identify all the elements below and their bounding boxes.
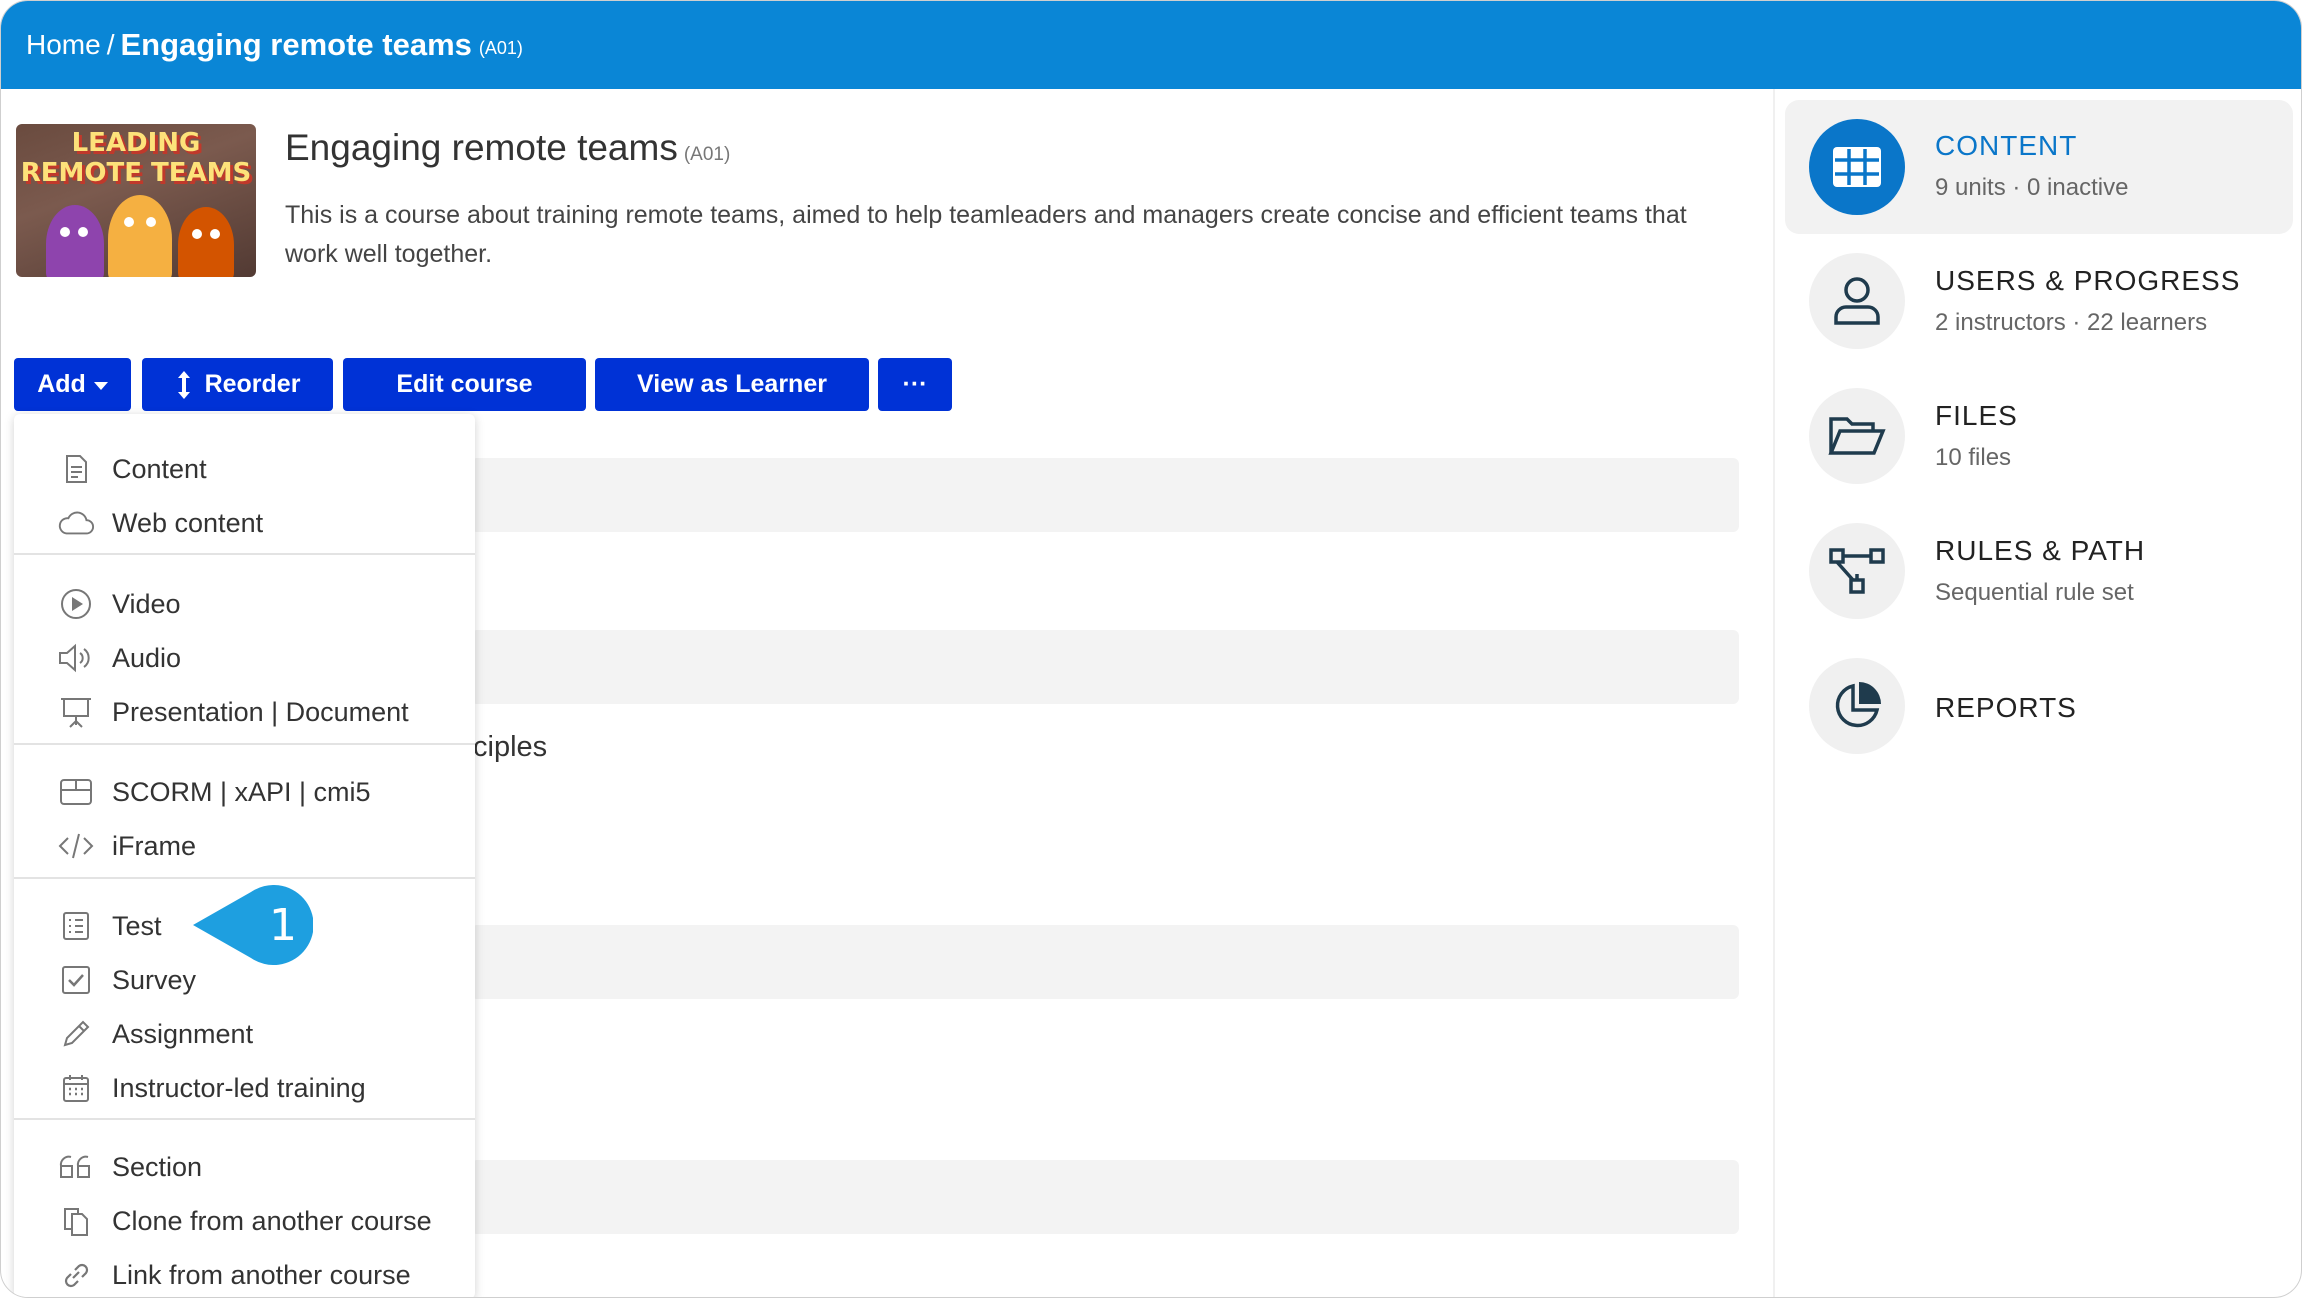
quote-icon [57,1148,95,1186]
user-icon [1809,253,1905,349]
breadcrumb-separator: / [106,29,115,60]
menu-item-label: Presentation | Document [112,696,409,727]
unit-row[interactable] [471,458,1739,532]
thumbnail-character [46,205,104,277]
thumbnail-text-line-1: LEADING [71,128,201,158]
checkbox-icon [57,961,95,999]
menu-item-video[interactable]: Video [14,579,475,629]
reorder-button-label: Reorder [204,370,301,398]
sidebar-item-content[interactable]: CONTENT 9 units · 0 inactive [1785,100,2293,234]
menu-item-label: Content [112,453,207,484]
menu-item-presentation[interactable]: Presentation | Document [14,687,475,737]
menu-divider [14,877,475,879]
sidebar-item-sub: 10 files [1935,444,2012,471]
add-button[interactable]: Add [14,358,131,411]
reorder-arrows-icon [177,370,190,399]
course-title: Engaging remote teams (A01) [285,127,730,169]
breadcrumb-course-title: Engaging remote teams [120,27,472,62]
menu-item-scorm[interactable]: SCORM | xAPI | cmi5 [14,767,475,817]
menu-item-link[interactable]: Link from another course [14,1250,475,1297]
menu-item-label: Audio [112,642,182,673]
more-options-button[interactable]: ··· [878,358,952,411]
view-as-learner-button[interactable]: View as Learner [595,358,869,411]
sidebar-item-sub: Sequential rule set [1935,579,2134,606]
menu-item-label: Link from another course [112,1259,411,1290]
breadcrumb-course-code: (A01) [478,37,523,58]
menu-item-content[interactable]: Content [14,444,475,494]
sidebar-item-sub: 2 instructors · 22 learners [1935,309,2208,336]
menu-item-audio[interactable]: Audio [14,633,475,683]
unit-row-text: ciples [473,731,548,763]
thumbnail-text-line-2: REMOTE TEAMS [20,158,252,188]
speaker-icon [57,639,95,677]
sidebar-item-reports[interactable]: REPORTS [1785,640,2293,774]
course-thumbnail: LEADING REMOTE TEAMS [16,124,256,277]
reorder-button[interactable]: Reorder [142,358,333,411]
menu-item-label: Test [112,910,162,941]
top-bar: Home / Engaging remote teams (A01) [1,1,2301,89]
sidebar-item-rules-path[interactable]: RULES & PATH Sequential rule set [1785,505,2293,639]
menu-item-label: Clone from another course [112,1205,432,1236]
menu-divider [14,1118,475,1120]
add-button-label: Add [37,370,86,398]
unit-row[interactable] [471,925,1739,999]
menu-item-assignment[interactable]: Assignment [14,1009,475,1059]
checklist-icon [57,907,95,945]
app-window: Home / Engaging remote teams (A01) LEADI… [0,0,2302,1298]
sidebar-item-files[interactable]: FILES 10 files [1785,370,2293,504]
code-icon [57,827,95,865]
menu-item-label: SCORM | xAPI | cmi5 [112,776,371,807]
unit-row[interactable] [471,1160,1739,1234]
calendar-icon [57,1069,95,1107]
sidebar-item-name: CONTENT [1935,130,2078,161]
menu-item-label: Web content [112,507,264,538]
menu-item-web-content[interactable]: Web content [14,498,475,548]
link-icon [57,1256,95,1294]
callout-number: 1 [269,899,297,951]
course-sidebar: CONTENT 9 units · 0 inactive USERS & PRO… [1773,89,2301,1297]
menu-item-label: Video [112,588,181,619]
menu-item-label: Section [112,1151,203,1182]
step-callout: 1 [193,885,314,965]
clone-icon [57,1202,95,1240]
add-dropdown-menu: Content Web content Video Audio Presenta… [14,414,475,1297]
edit-course-button[interactable]: Edit course [343,358,586,411]
presentation-icon [57,693,95,731]
package-icon [57,773,95,811]
course-title-text: Engaging remote teams [285,127,678,168]
pie-chart-icon [1809,658,1905,754]
unit-row[interactable] [471,630,1739,704]
menu-item-label: Assignment [112,1018,254,1049]
menu-item-instructor-led-training[interactable]: Instructor-led training [14,1063,475,1113]
sidebar-item-sub: 9 units · 0 inactive [1935,174,2129,201]
menu-item-iframe[interactable]: iFrame [14,821,475,871]
breadcrumb-home[interactable]: Home [26,29,101,61]
caret-down-icon [93,382,108,390]
course-description: This is a course about training remote t… [285,201,1687,268]
grid-icon [1809,119,1905,215]
menu-item-clone[interactable]: Clone from another course [14,1196,475,1246]
play-icon [57,585,95,623]
document-icon [57,450,95,488]
sidebar-item-name: FILES [1935,400,2018,431]
thumbnail-character [108,195,172,277]
course-code: (A01) [683,144,731,165]
thumbnail-character [178,207,234,277]
sidebar-item-name: REPORTS [1935,692,2077,723]
menu-item-label: Survey [112,964,197,995]
sidebar-item-name: USERS & PROGRESS [1935,265,2241,296]
sidebar-item-name: RULES & PATH [1935,535,2146,566]
menu-item-label: iFrame [112,830,197,861]
folder-open-icon [1809,388,1905,484]
flow-icon [1809,523,1905,619]
menu-divider [14,743,475,745]
menu-item-section[interactable]: Section [14,1142,475,1192]
cloud-icon [57,504,95,542]
menu-item-label: Instructor-led training [112,1072,366,1103]
pencil-icon [57,1015,95,1053]
sidebar-item-users-progress[interactable]: USERS & PROGRESS 2 instructors · 22 lear… [1785,235,2293,369]
menu-divider [14,553,475,555]
